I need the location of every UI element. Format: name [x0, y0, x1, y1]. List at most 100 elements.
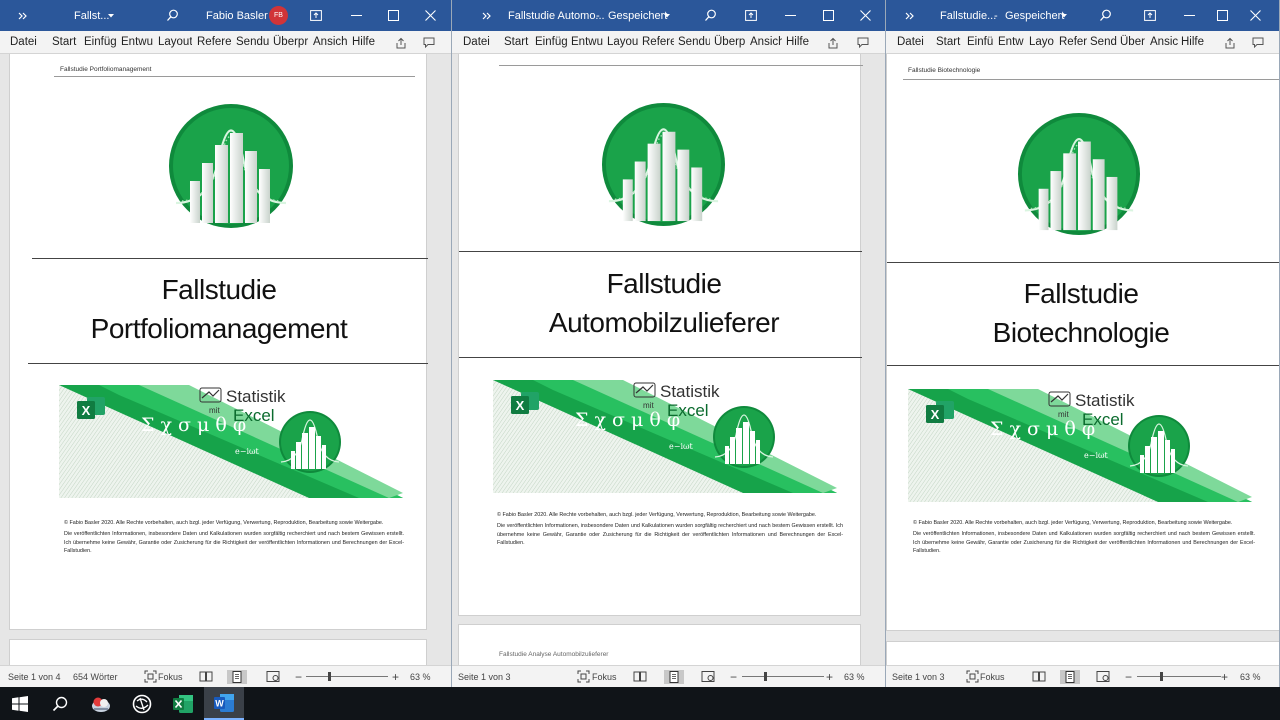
web-layout-icon[interactable]: [701, 670, 715, 684]
tab-einfuegen[interactable]: Einfü: [967, 31, 996, 54]
quick-access-chevron-icon[interactable]: [10, 0, 36, 31]
zoom-slider-thumb[interactable]: [328, 672, 331, 681]
ribbon-display-options-icon[interactable]: [739, 0, 763, 31]
print-layout-icon[interactable]: [1060, 670, 1080, 684]
focus-icon[interactable]: [144, 670, 158, 684]
word-window-automobil[interactable]: Fallstudie Automo... - Gespeichert Datei…: [452, 0, 886, 687]
minimize-icon[interactable]: [1177, 0, 1201, 31]
minimize-icon[interactable]: [778, 0, 802, 31]
maximize-icon[interactable]: [816, 0, 840, 31]
title-dropdown-icon[interactable]: [1057, 0, 1071, 31]
minimize-icon[interactable]: [344, 0, 368, 31]
search-icon[interactable]: [698, 0, 722, 31]
close-icon[interactable]: [418, 0, 442, 31]
document-canvas[interactable]: Fallstudie Biotechnologie Fallstudie Bio…: [886, 54, 1279, 665]
ribbon-display-options-icon[interactable]: [1138, 0, 1162, 31]
search-icon[interactable]: [160, 0, 184, 31]
title-dropdown-icon[interactable]: [660, 0, 674, 31]
title-bar[interactable]: Fallstudie Automo... - Gespeichert: [452, 0, 885, 31]
page-count[interactable]: Seite 1 von 3: [458, 666, 511, 687]
browser-app-icon[interactable]: [122, 687, 162, 720]
web-layout-icon[interactable]: [1096, 670, 1110, 684]
save-status[interactable]: Gespeichert: [1005, 0, 1064, 31]
tab-ansicht[interactable]: Ansich: [750, 31, 782, 54]
read-mode-icon[interactable]: [199, 670, 213, 684]
zoom-slider-track[interactable]: [1137, 676, 1221, 677]
zoom-in-icon[interactable]: +: [1221, 666, 1228, 687]
tab-referenzen[interactable]: Refere: [642, 31, 674, 54]
share-icon[interactable]: [824, 34, 842, 51]
page-count[interactable]: Seite 1 von 3: [892, 666, 945, 687]
tab-layout[interactable]: Layo: [1029, 31, 1057, 54]
tab-ueberpruefen[interactable]: Überp: [714, 31, 746, 54]
zoom-out-icon[interactable]: −: [730, 666, 737, 687]
tab-ansicht[interactable]: Ansich: [313, 31, 348, 54]
quick-access-chevron-icon[interactable]: [897, 0, 923, 31]
zoom-in-icon[interactable]: +: [826, 666, 833, 687]
tab-start[interactable]: Start: [936, 31, 963, 54]
word-window-biotech[interactable]: Fallstudie... - Gespeichert Datei Start …: [886, 0, 1280, 687]
maximize-icon[interactable]: [1210, 0, 1234, 31]
tab-einfuegen[interactable]: Einfüg: [535, 31, 567, 54]
tab-start[interactable]: Start: [52, 31, 79, 54]
search-icon[interactable]: [1093, 0, 1117, 31]
word-count[interactable]: 654 Wörter: [73, 666, 118, 687]
excel-app-icon[interactable]: [163, 687, 203, 720]
windows-start-icon[interactable]: [0, 687, 40, 720]
word-window-portfolio[interactable]: Fallst... Fabio Basler FB Datei Start Ei…: [0, 0, 452, 687]
tab-hilfe[interactable]: Hilfe: [786, 31, 812, 54]
zoom-level[interactable]: 63 %: [1240, 666, 1261, 687]
user-name[interactable]: Fabio Basler: [206, 0, 268, 31]
tab-hilfe[interactable]: Hilfe: [1181, 31, 1207, 54]
close-icon[interactable]: [853, 0, 877, 31]
comments-icon[interactable]: [1249, 34, 1267, 51]
title-bar[interactable]: Fallst... Fabio Basler FB: [0, 0, 451, 31]
tab-layout[interactable]: Layout: [158, 31, 192, 54]
focus-label[interactable]: Fokus: [158, 666, 183, 687]
tab-ueberpruefen[interactable]: Über: [1120, 31, 1148, 54]
print-layout-icon[interactable]: [227, 670, 247, 684]
focus-icon[interactable]: [577, 670, 591, 684]
tab-ansicht[interactable]: Ansic: [1150, 31, 1179, 54]
share-icon[interactable]: [1221, 34, 1239, 51]
quick-access-chevron-icon[interactable]: [474, 0, 500, 31]
tab-ueberpruefen[interactable]: Überpr: [273, 31, 309, 54]
read-mode-icon[interactable]: [633, 670, 647, 684]
tab-entwurf[interactable]: Entwu: [121, 31, 154, 54]
close-icon[interactable]: [1243, 0, 1267, 31]
maximize-icon[interactable]: [381, 0, 405, 31]
save-status[interactable]: Gespeichert: [608, 0, 667, 31]
page-count[interactable]: Seite 1 von 4: [8, 666, 61, 687]
ribbon-display-options-icon[interactable]: [304, 0, 328, 31]
share-icon[interactable]: [392, 34, 410, 51]
zoom-slider-thumb[interactable]: [1160, 672, 1163, 681]
zoom-out-icon[interactable]: −: [1125, 666, 1132, 687]
tab-referenzen[interactable]: Refere: [197, 31, 231, 54]
zoom-level[interactable]: 63 %: [844, 666, 865, 687]
title-bar[interactable]: Fallstudie... - Gespeichert: [886, 0, 1279, 31]
tab-sendungen[interactable]: Sendu: [236, 31, 269, 54]
zoom-level[interactable]: 63 %: [410, 666, 431, 687]
zoom-slider-track[interactable]: [742, 676, 824, 677]
zoom-out-icon[interactable]: −: [295, 666, 302, 687]
zoom-slider-thumb[interactable]: [764, 672, 767, 681]
photos-app-icon[interactable]: [81, 687, 121, 720]
focus-icon[interactable]: [966, 670, 980, 684]
word-app-icon[interactable]: W: [204, 687, 244, 720]
tab-sendungen[interactable]: Sendu: [678, 31, 710, 54]
document-canvas[interactable]: Fallstudie Portfoliomanagement Fallstudi…: [0, 54, 451, 665]
tab-datei[interactable]: Datei: [463, 31, 493, 54]
comments-icon[interactable]: [854, 34, 872, 51]
search-icon[interactable]: [40, 687, 80, 720]
focus-label[interactable]: Fokus: [592, 666, 617, 687]
user-avatar[interactable]: FB: [269, 6, 288, 25]
tab-referenzen[interactable]: Refer: [1059, 31, 1088, 54]
tab-datei[interactable]: Datei: [897, 31, 927, 54]
document-canvas[interactable]: Fallstudie Automobilzulieferer X Statist…: [452, 54, 885, 665]
tab-layout[interactable]: Layou: [607, 31, 638, 54]
tab-datei[interactable]: Datei: [10, 31, 40, 54]
title-dropdown-icon[interactable]: [104, 0, 118, 31]
tab-sendungen[interactable]: Send: [1090, 31, 1118, 54]
comments-icon[interactable]: [420, 34, 438, 51]
tab-entwurf[interactable]: Entwu: [571, 31, 603, 54]
